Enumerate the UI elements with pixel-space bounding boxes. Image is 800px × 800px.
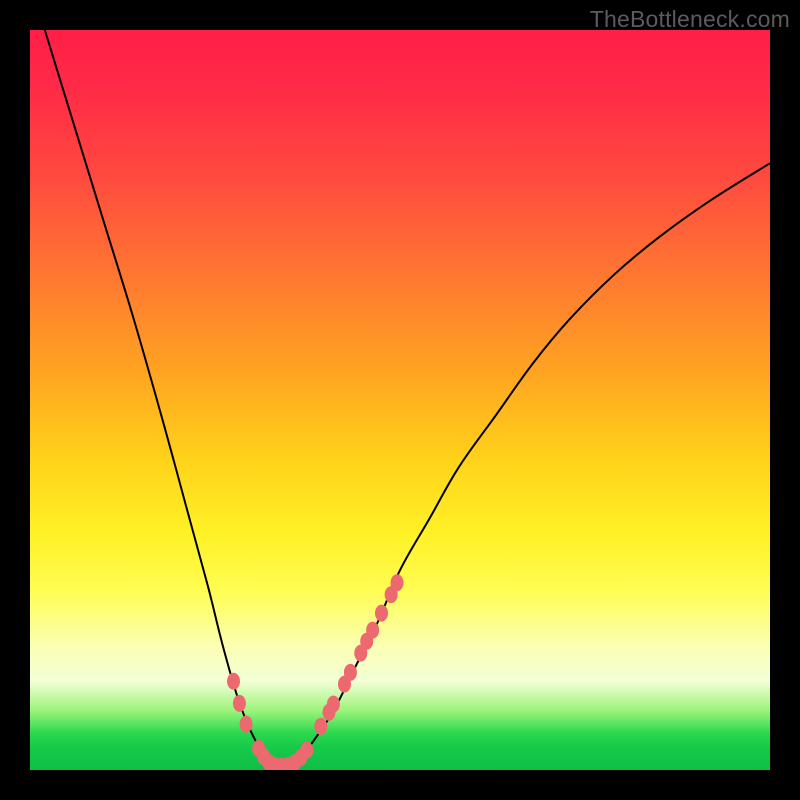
data-point-marker bbox=[233, 695, 246, 712]
curve-lines bbox=[45, 30, 770, 766]
curve-left-branch bbox=[45, 30, 282, 766]
data-point-marker bbox=[366, 622, 379, 639]
data-point-marker bbox=[375, 605, 388, 622]
curve-markers bbox=[227, 574, 404, 770]
chart-frame: TheBottleneck.com bbox=[0, 0, 800, 800]
data-point-marker bbox=[240, 716, 253, 733]
data-point-marker bbox=[227, 673, 240, 690]
data-point-marker bbox=[344, 664, 357, 681]
bottleneck-curve bbox=[30, 30, 770, 770]
watermark-text: TheBottleneck.com bbox=[590, 6, 790, 33]
data-point-marker bbox=[327, 696, 340, 713]
data-point-marker bbox=[300, 742, 313, 759]
data-point-marker bbox=[314, 718, 327, 735]
plot-area bbox=[30, 30, 770, 770]
data-point-marker bbox=[391, 574, 404, 591]
